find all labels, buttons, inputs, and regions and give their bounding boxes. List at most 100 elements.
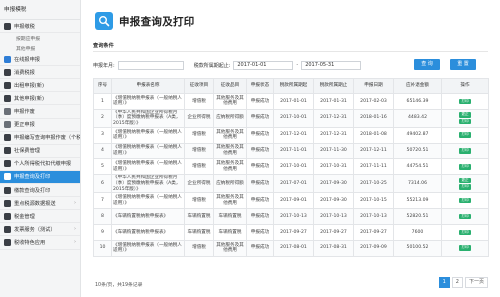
row-actions: 打印 [441,126,489,144]
table-cell: 55213.09 [393,192,442,210]
sidebar-item-5[interactable]: 出租申报(新) [0,79,80,93]
sidebar-item-2[interactable]: 其他申报 [0,43,80,53]
print-button[interactable]: 打印 [459,197,471,204]
table-cell: 2018-01-16 [353,108,394,128]
row-actions: 打印 [441,93,489,110]
sidebar-item-12[interactable]: 申报查询及打印 [0,170,80,185]
row-actions: 打印 [441,158,489,176]
sidebar-item-4[interactable]: 消费税报 [0,66,80,80]
column-header: 申报表名称 [111,78,185,94]
sidebar-item-label: 缴款查询及打印 [14,187,51,194]
table-cell: 《中华人民共和国企业所得税月（季）度预缴纳税申报表（A类，2015年版）》 [111,174,185,194]
table-cell: 2017-10-15 [353,192,394,210]
table-cell: 9 [93,223,112,241]
sidebar-item-label: 更正申报 [14,122,35,129]
next-page-button[interactable]: 下一页 [464,277,488,288]
document-icon [4,68,11,76]
sidebar-item-label: 出租申报(新) [14,82,44,89]
print-button[interactable]: 打印 [459,229,471,236]
print-button[interactable]: 打印 [459,118,471,125]
table-cell: 2017-09-27 [313,223,354,241]
table-cell: 其他服务及其他费用 [213,192,247,210]
table-cell: 50100.52 [393,239,442,257]
table-cell: 车辆购置税 [184,223,214,241]
table-cell: 增值税 [184,93,214,110]
print-button[interactable]: 打印 [459,98,471,105]
page-button[interactable]: 2 [451,277,463,288]
table-cell: 2017-12-31 [313,108,354,128]
edit-icon [4,121,11,129]
sidebar-item-0[interactable]: 申报缴税 [0,20,80,34]
sidebar-item-6[interactable]: 其他申报(新) [0,92,80,106]
print-button[interactable]: 打印 [459,132,471,138]
print-button[interactable]: 打印 [459,164,471,170]
sidebar-item-17[interactable]: 税收特色应用 › [0,236,80,250]
date-to-input[interactable]: 2017-05-31 [301,60,362,70]
table-cell: 车辆购置税 [184,208,214,225]
table-cell: 10 [93,239,112,257]
print-button[interactable]: 打印 [459,245,471,251]
print-button[interactable]: 打印 [459,213,471,220]
sidebar-item-16[interactable]: 发票服务（测试） › [0,223,80,237]
tax-icon [4,22,11,30]
table-cell: 2017-02-03 [353,93,394,110]
table-cell: 7 [93,192,112,210]
sidebar-item-15[interactable]: 税金管理 [0,210,80,224]
date-from-input[interactable]: 2017-01-01 [233,60,294,70]
sidebar-item-1[interactable]: 按期应申报 [0,33,80,43]
table-cell: 《增值税纳税申报表（一般纳税人适用）》 [111,142,185,160]
sidebar-item-label: 申报查询及打印 [14,174,51,181]
table-cell: 6 [93,174,112,194]
table-cell: 申报成功 [246,223,274,241]
table-cell: 增值税 [184,142,214,160]
table-cell: 1 [93,93,112,110]
sidebar-item-9[interactable]: 申报编写查询申报作废（个税） [0,132,80,145]
app-icon [4,238,11,246]
table-cell: 52820.51 [393,208,442,225]
sidebar-item-label: 在线报申报 [14,56,40,63]
sidebar-item-7[interactable]: 申报作废 [0,105,80,119]
cancel-icon [4,108,11,116]
sidebar-item-8[interactable]: 更正申报 [0,119,80,132]
query-button[interactable]: 查 询 [414,59,440,70]
table-cell: 申报成功 [246,208,274,225]
table-row: 10 《增值税纳税申报表（一般纳税人适用）》 增值税 其他服务及其他费用 申报成功 201… [93,239,489,257]
table-cell: 增值税 [184,239,214,257]
table-cell: 申报成功 [246,158,274,176]
table-cell: 《中华人民共和国企业所得税月（季）度预缴纳税申报表（A类，2015年版）》 [111,108,185,128]
table-header: 序号 申报表名称 征收项目 征收品目 申报状态 税款所属期起 税款所属期止 申报日期 应补退金额… [93,78,489,94]
sidebar-item-label: 税金管理 [14,213,35,220]
table-cell: 其他服务及其他费用 [213,126,247,144]
sidebar-item-label: 个人所得税代扣代缴申报 [14,161,72,168]
print-button[interactable]: 打印 [459,148,471,154]
chevron-right-icon: › [74,200,76,207]
search-icon [95,12,113,30]
sidebar-item-13[interactable]: 缴款查询及打印 [0,184,80,198]
table-cell: 其他服务及其他费用 [213,93,247,110]
chevron-right-icon: › [74,239,76,246]
table-cell: 车辆购置税 [213,223,247,241]
declare-month-input[interactable] [117,60,184,70]
sidebar-item-label: 申报缴税 [14,23,35,30]
page-button[interactable]: 1 [438,277,450,288]
sidebar-item-3[interactable]: 在线报申报 [0,53,80,67]
correct-button[interactable]: 更正 [459,112,471,118]
print-button[interactable]: 打印 [459,184,471,190]
sidebar-header[interactable]: 申报模税 [0,0,80,20]
declaration-table: 序号 申报表名称 征收项目 征收品目 申报状态 税款所属期起 税款所属期止 申报日期 应补退金额… [93,78,489,257]
sidebar-item-10[interactable]: 社保费管理 [0,145,80,158]
correct-button[interactable]: 更正 [459,177,471,184]
person-icon [4,160,11,168]
table-cell: 申报成功 [246,174,274,194]
reset-button[interactable]: 重 置 [450,59,476,70]
sidebar-item-11[interactable]: 个人所得税代扣代缴申报 [0,158,80,171]
sidebar-item-14[interactable]: 重点税源数据报送 › [0,197,80,211]
table-cell: 4483.42 [393,108,442,128]
table-row: 1 《增值税纳税申报表（一般纳税人适用）》 增值税 其他服务及其他费用 申报成功 2017… [93,93,489,110]
table-cell: 申报成功 [246,126,274,144]
table-row: 6 《中华人民共和国企业所得税月（季）度预缴纳税申报表（A类，2015年版）》 企业… [93,174,489,194]
table-row: 9 《车辆购置税纳税申报表》 车辆购置税 车辆购置税 申报成功 2017-09-27 201… [93,223,489,241]
table-cell: 5 [93,158,112,176]
table-cell: 其他服务及其他费用 [213,239,247,257]
column-header: 操作 [441,78,489,94]
